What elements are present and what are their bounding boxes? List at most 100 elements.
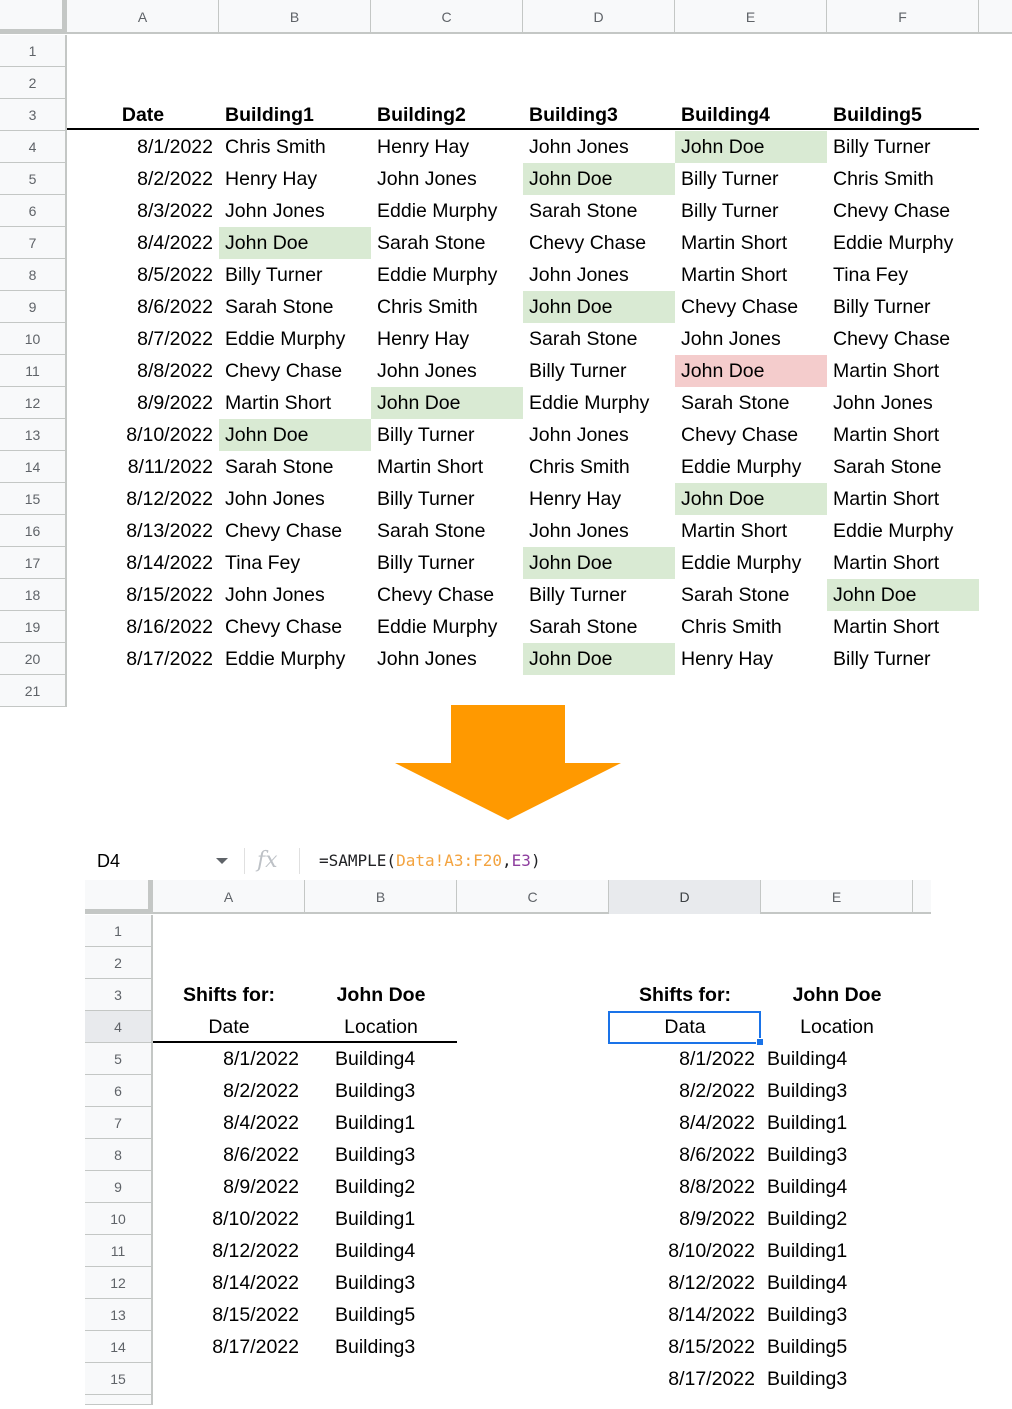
name-cell[interactable]: Billy Turner	[523, 355, 675, 387]
shift-location[interactable]: Building1	[761, 1235, 913, 1267]
shift-location[interactable]: Building3	[761, 1075, 913, 1107]
row-header-4[interactable]: 4	[0, 131, 67, 163]
shift-location[interactable]: Building3	[305, 1139, 457, 1171]
highlighted-name-cell[interactable]: John Doe	[523, 163, 675, 195]
name-cell[interactable]: Martin Short	[675, 515, 827, 547]
date-cell[interactable]: 8/9/2022	[67, 387, 219, 419]
date-cell[interactable]: 8/4/2022	[67, 227, 219, 259]
shift-location[interactable]: Building4	[305, 1043, 457, 1075]
row-header-14[interactable]: 14	[0, 451, 67, 483]
name-cell[interactable]: John Jones	[675, 323, 827, 355]
name-cell[interactable]: Sarah Stone	[371, 515, 523, 547]
column-header-e[interactable]: E	[675, 0, 827, 34]
name-cell[interactable]: Martin Short	[675, 259, 827, 291]
row-header-8[interactable]: 8	[85, 1139, 153, 1171]
row-header-11[interactable]: 11	[85, 1235, 153, 1267]
highlighted-name-cell[interactable]: John Doe	[523, 643, 675, 675]
shift-location[interactable]: Building1	[305, 1107, 457, 1139]
shift-date[interactable]: 8/8/2022	[609, 1171, 761, 1203]
name-cell[interactable]: Billy Turner	[371, 547, 523, 579]
name-cell[interactable]: John Jones	[827, 387, 979, 419]
date-cell[interactable]: 8/13/2022	[67, 515, 219, 547]
shift-date[interactable]: 8/12/2022	[609, 1267, 761, 1299]
name-cell[interactable]: Billy Turner	[371, 483, 523, 515]
name-cell[interactable]: Chevy Chase	[827, 195, 979, 227]
name-cell[interactable]: Billy Turner	[219, 259, 371, 291]
name-cell[interactable]: Martin Short	[827, 419, 979, 451]
shift-location[interactable]: Building3	[305, 1075, 457, 1107]
name-cell[interactable]: Eddie Murphy	[827, 227, 979, 259]
shift-date[interactable]: 8/1/2022	[609, 1043, 761, 1075]
column-header-next[interactable]	[979, 0, 1012, 34]
shift-date[interactable]: 8/4/2022	[153, 1107, 305, 1139]
name-cell[interactable]: Sarah Stone	[219, 451, 371, 483]
row-header-16[interactable]: 16	[85, 1395, 153, 1405]
name-cell[interactable]: Martin Short	[827, 355, 979, 387]
shift-date[interactable]: 8/17/2022	[609, 1363, 761, 1395]
row-header-5[interactable]: 5	[85, 1043, 153, 1075]
name-cell[interactable]: John Jones	[523, 419, 675, 451]
shift-location[interactable]: Building5	[761, 1331, 913, 1363]
shift-date[interactable]: 8/4/2022	[609, 1107, 761, 1139]
column-header-c[interactable]: C	[457, 880, 609, 914]
name-cell[interactable]: Billy Turner	[675, 163, 827, 195]
name-cell[interactable]: Chris Smith	[523, 451, 675, 483]
name-cell[interactable]: Henry Hay	[371, 323, 523, 355]
active-cell-selection[interactable]	[608, 1011, 761, 1044]
row-header-7[interactable]: 7	[85, 1107, 153, 1139]
highlighted-name-cell[interactable]: John Doe	[523, 291, 675, 323]
name-cell[interactable]: Eddie Murphy	[523, 387, 675, 419]
shift-date[interactable]: 8/1/2022	[153, 1043, 305, 1075]
column-header-next[interactable]	[913, 880, 933, 914]
name-cell[interactable]: Chevy Chase	[219, 355, 371, 387]
shift-date[interactable]: 8/2/2022	[153, 1075, 305, 1107]
shift-date[interactable]: 8/10/2022	[153, 1203, 305, 1235]
row-header-14[interactable]: 14	[85, 1331, 153, 1363]
name-cell[interactable]: John Jones	[523, 259, 675, 291]
shift-date[interactable]: 8/6/2022	[609, 1139, 761, 1171]
name-cell[interactable]: Billy Turner	[523, 579, 675, 611]
name-cell[interactable]: Tina Fey	[219, 547, 371, 579]
location-column-header[interactable]: Location	[305, 1011, 457, 1043]
shift-date[interactable]: 8/12/2022	[153, 1235, 305, 1267]
name-cell[interactable]: Eddie Murphy	[371, 611, 523, 643]
row-header-3[interactable]: 3	[0, 99, 67, 131]
shift-location[interactable]: Building4	[761, 1267, 913, 1299]
shift-location[interactable]: Building1	[305, 1203, 457, 1235]
name-cell[interactable]: Henry Hay	[523, 483, 675, 515]
date-cell[interactable]: 8/3/2022	[67, 195, 219, 227]
row-header-13[interactable]: 13	[0, 419, 67, 451]
row-header-21[interactable]: 21	[0, 675, 67, 707]
shift-location[interactable]: Building2	[305, 1171, 457, 1203]
shift-location[interactable]: Building4	[761, 1043, 913, 1075]
date-column-header[interactable]: Date	[153, 1011, 305, 1043]
name-cell[interactable]: John Jones	[371, 355, 523, 387]
date-cell[interactable]: 8/12/2022	[67, 483, 219, 515]
name-box-dropdown-icon[interactable]	[216, 858, 228, 864]
date-cell[interactable]: 8/1/2022	[67, 131, 219, 163]
highlighted-name-cell[interactable]: John Doe	[523, 547, 675, 579]
row-header-6[interactable]: 6	[85, 1075, 153, 1107]
row-header-2[interactable]: 2	[0, 67, 67, 99]
formula-bar-input[interactable]: =SAMPLE(Data!A3:F20,E3)	[319, 844, 541, 878]
row-header-9[interactable]: 9	[85, 1171, 153, 1203]
name-cell[interactable]: Martin Short	[675, 227, 827, 259]
name-cell[interactable]: Chris Smith	[371, 291, 523, 323]
name-cell[interactable]: Henry Hay	[675, 643, 827, 675]
shift-location[interactable]: Building3	[761, 1299, 913, 1331]
name-cell[interactable]: Martin Short	[371, 451, 523, 483]
shift-location[interactable]: Building3	[305, 1267, 457, 1299]
row-header-8[interactable]: 8	[0, 259, 67, 291]
name-cell[interactable]: Chevy Chase	[675, 419, 827, 451]
row-header-12[interactable]: 12	[0, 387, 67, 419]
highlighted-name-cell[interactable]: John Doe	[827, 579, 979, 611]
column-header-b[interactable]: B	[305, 880, 457, 914]
row-header-1[interactable]: 1	[85, 915, 153, 947]
row-header-16[interactable]: 16	[0, 515, 67, 547]
shift-location[interactable]: Building4	[305, 1235, 457, 1267]
name-box[interactable]: D4	[85, 844, 235, 878]
shift-location[interactable]: Building3	[761, 1363, 913, 1395]
name-cell[interactable]: Sarah Stone	[523, 611, 675, 643]
date-cell[interactable]: 8/7/2022	[67, 323, 219, 355]
row-header-15[interactable]: 15	[85, 1363, 153, 1395]
